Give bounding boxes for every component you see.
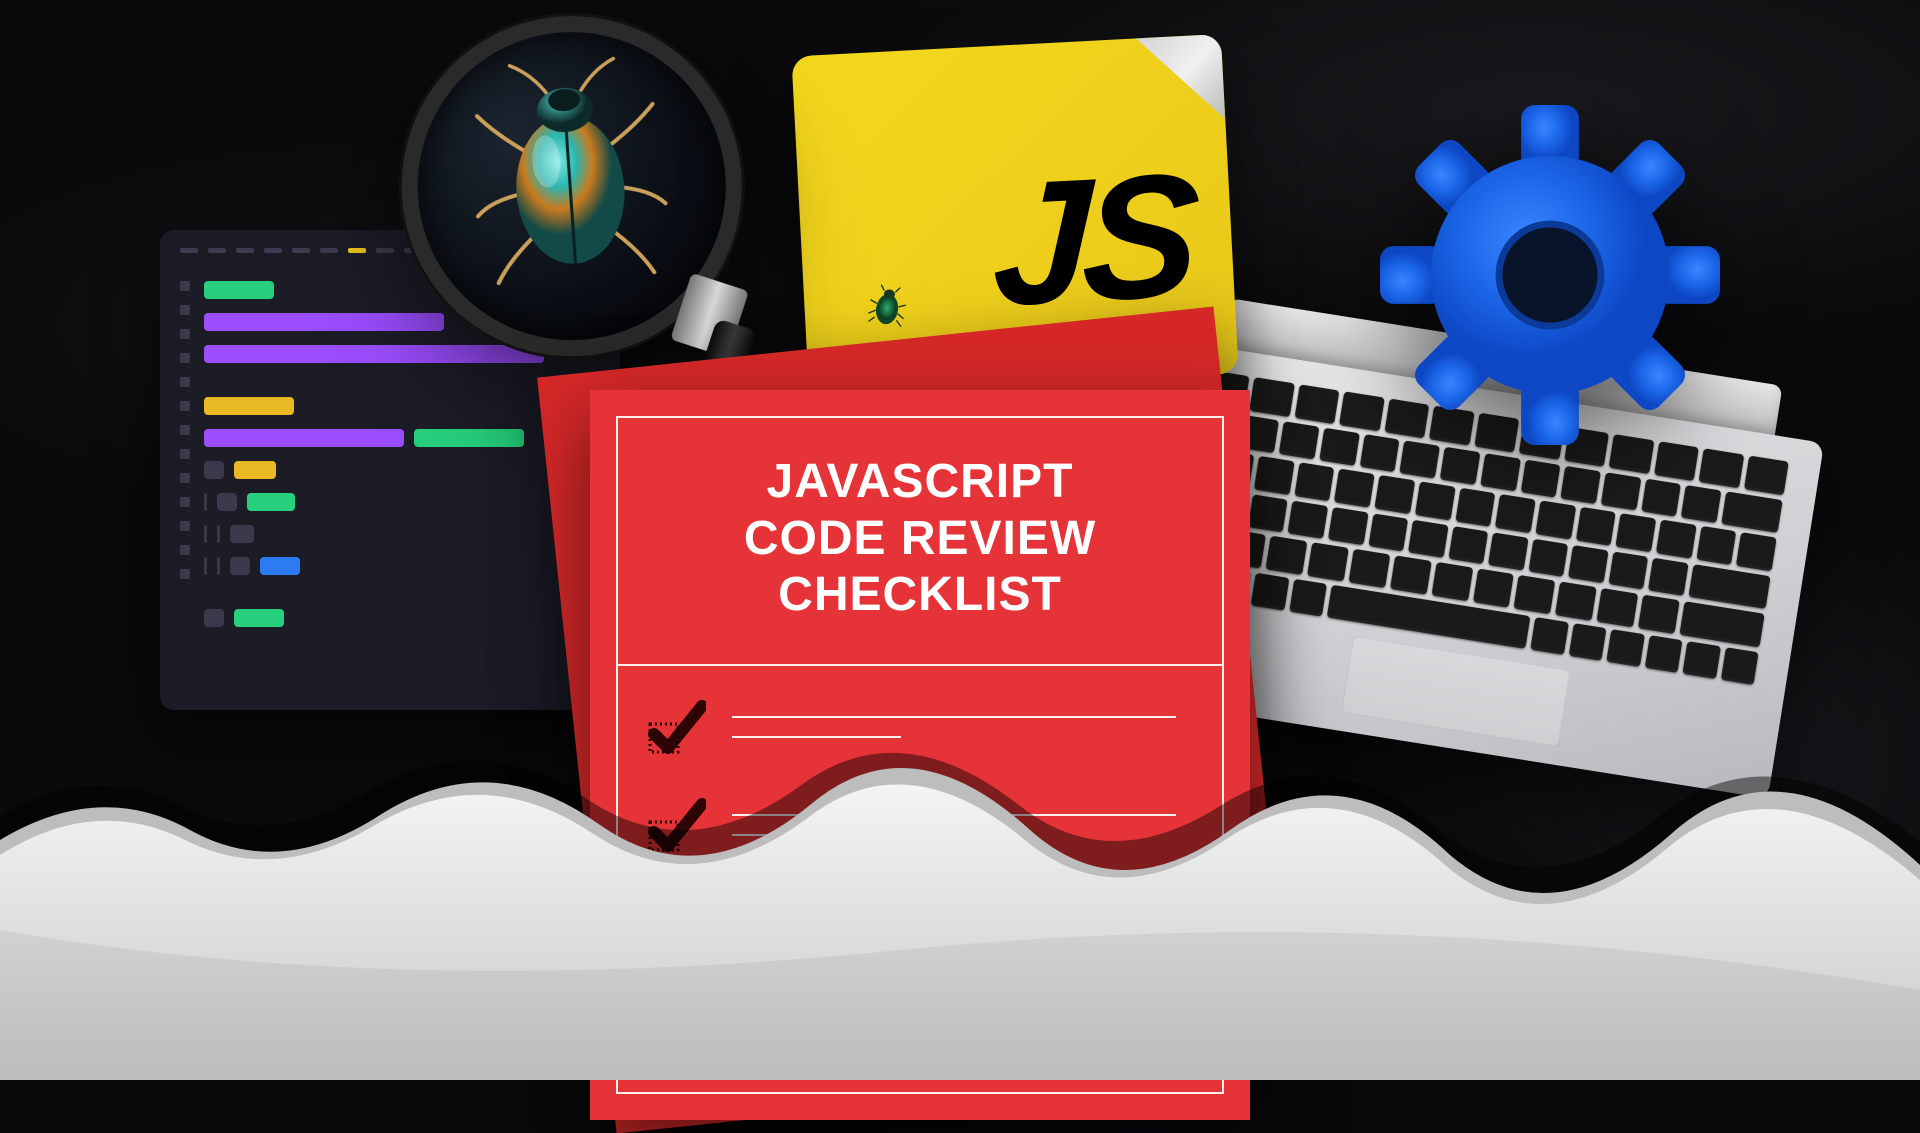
page-fold-icon [1136, 34, 1225, 123]
checklist-title-line: CHECKLIST [778, 568, 1062, 621]
checklist-title: JAVASCRIPT CODE REVIEW CHECKLIST [618, 418, 1222, 666]
bug-icon [462, 53, 678, 296]
small-bug-icon [863, 279, 912, 333]
torn-paper-edge [0, 680, 1920, 1080]
checklist-title-line: JAVASCRIPT [767, 455, 1074, 508]
gear-icon [1380, 105, 1720, 445]
checklist-title-line: CODE REVIEW [744, 512, 1096, 565]
